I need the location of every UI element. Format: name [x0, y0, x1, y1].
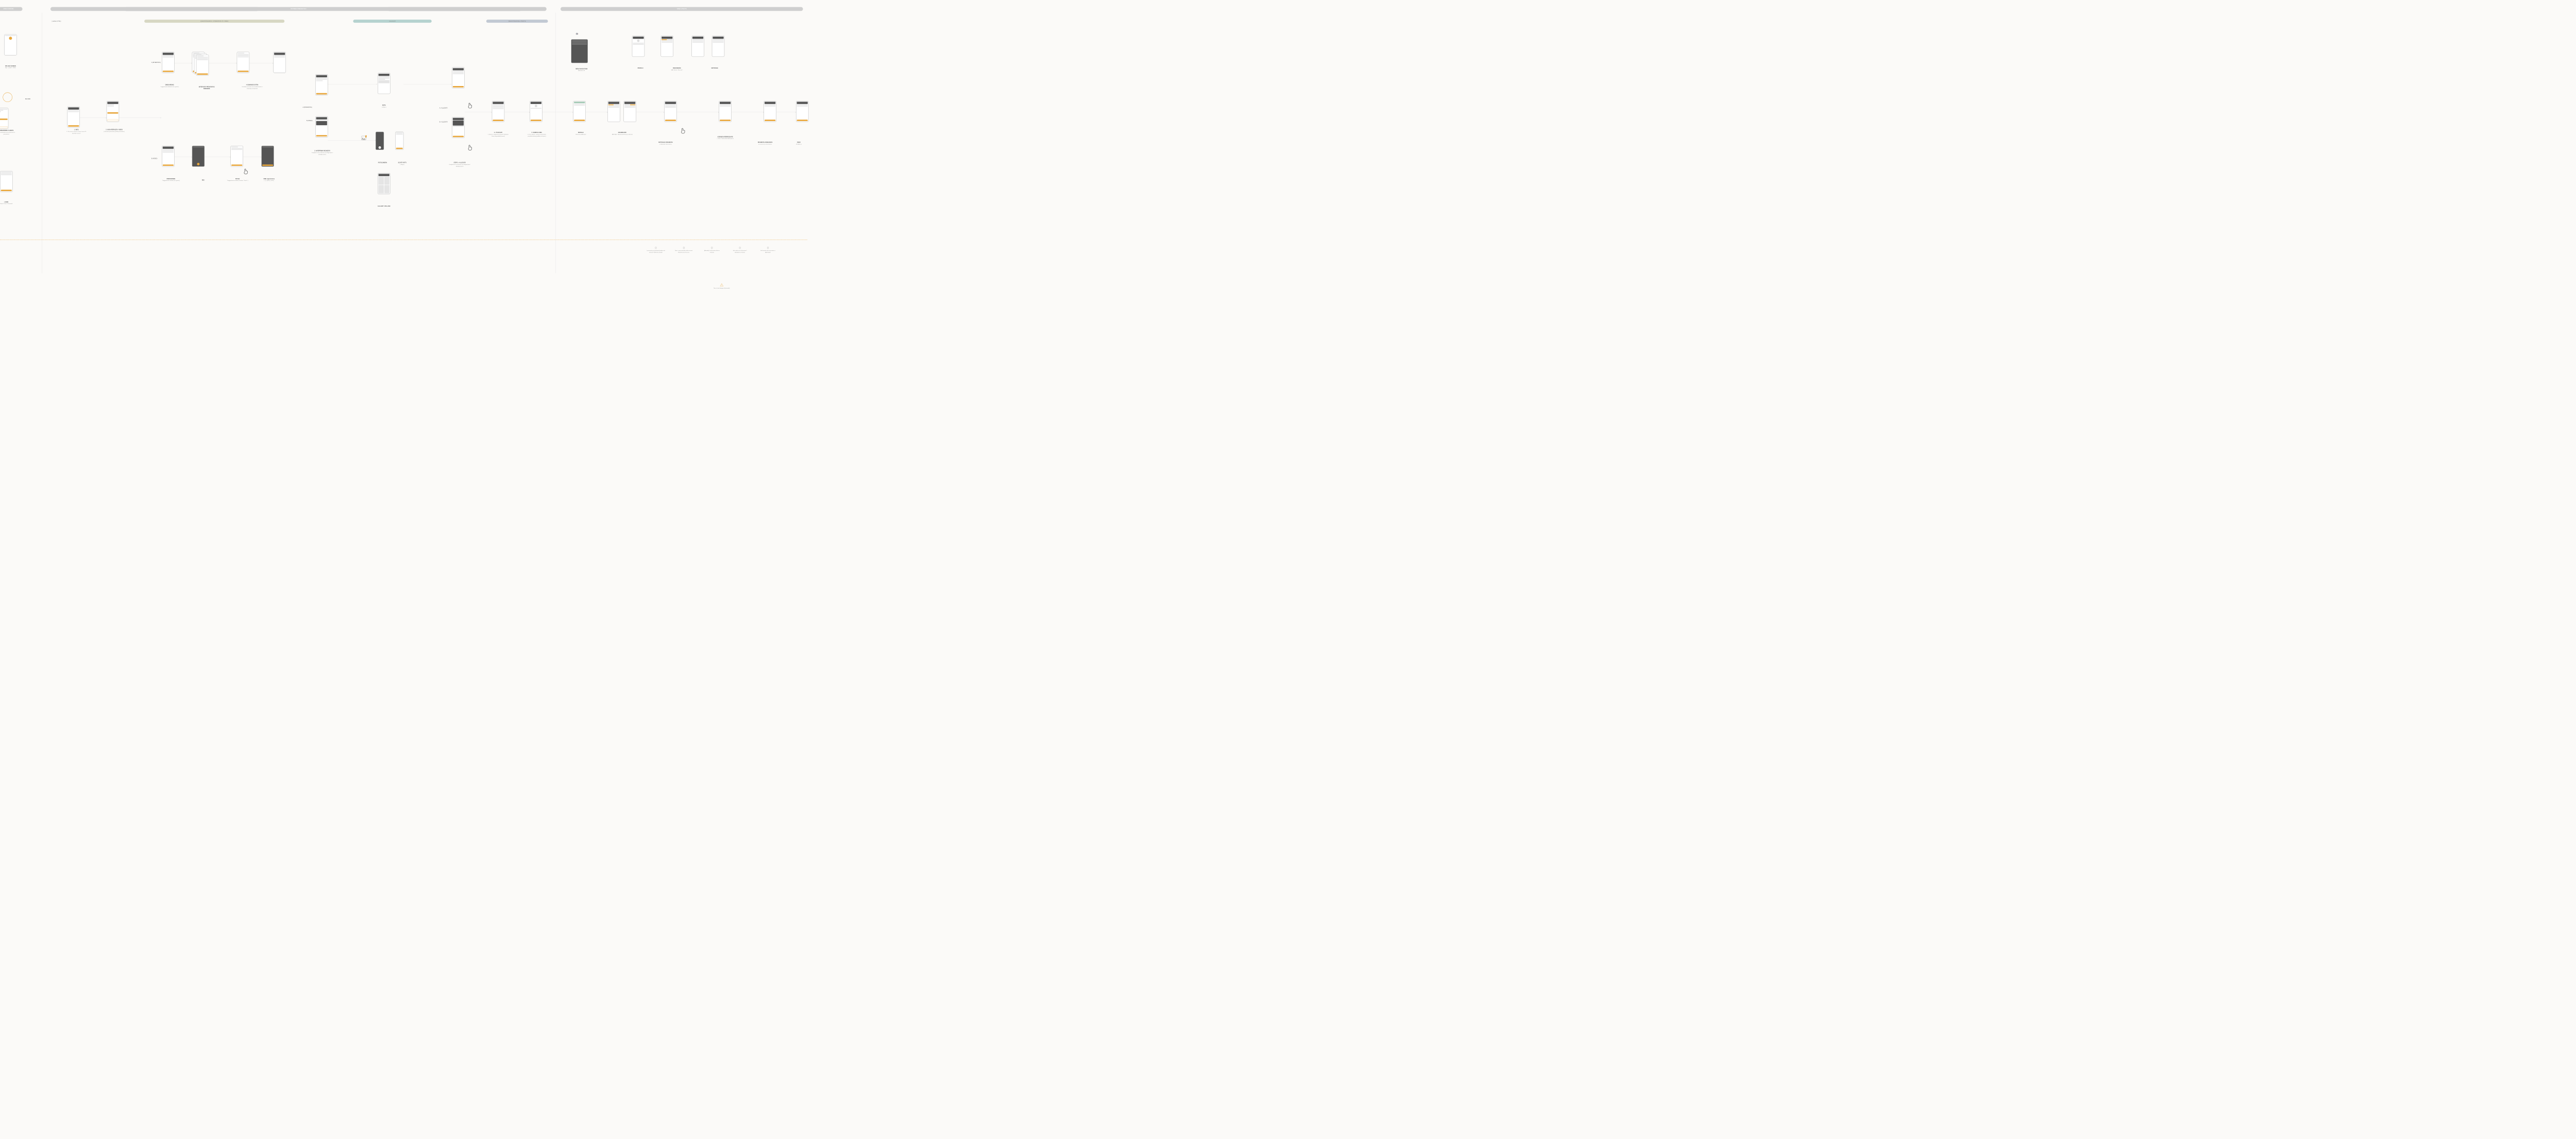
phone-rec[interactable] — [192, 146, 205, 167]
notif-3: [Azienda] è interessata alla tua richies… — [703, 247, 721, 253]
bell-icon — [739, 247, 741, 249]
bell-icon — [683, 247, 685, 249]
label-info: 1. INFO1. Che cosa ti serve?2. Dove ti s… — [65, 129, 88, 134]
phone-pausa[interactable] — [230, 146, 243, 167]
action-cta-label: [ action CTA ] — [52, 20, 61, 22]
sub-allegati: ALLEGATI — [353, 20, 431, 23]
notif-4: Hai scelto con chi lavorare? Assegna la … — [731, 247, 749, 253]
warning: Non c'è più bisogno di [azienda] — [712, 283, 732, 288]
sub-questionario: QUESTIONARIO A. INTERVISTA / B. VIDEO — [144, 20, 284, 23]
label-onb-scal: ONBOARDING"Suggerimenti scaletta"[ ok, g… — [162, 178, 180, 181]
label-intervista: INTERVISTA PREVENTIVO DOMANDE — [195, 86, 218, 90]
label-menu: MENU NAVIGATIONAndroid | iOS — [575, 68, 587, 72]
label-onboarding-cliente: ONBOARDING CLIENTEFunzionalità B2C[ ok ]… — [0, 130, 18, 135]
label-b-video-2: B (VIDEO) — [307, 120, 313, 122]
label-recensioni: RECENSIONITAB "Scritte / Ricevute" — [671, 67, 683, 71]
phone-modale[interactable] — [573, 101, 585, 122]
phone-splash[interactable] — [4, 35, 16, 56]
phone-anteprima-b[interactable] — [315, 116, 328, 138]
hand-icon-touch — [243, 168, 249, 175]
label-aziende: AZIENDE INTERRESSATE+ select "radio butt… — [717, 136, 734, 140]
zone-richiedi: RICHIEDI PREVENTIVO — [50, 7, 547, 11]
phone-fine[interactable] — [261, 146, 274, 167]
phone-verifica[interactable] — [530, 101, 542, 122]
label-rec: REC — [202, 179, 205, 181]
phone-info[interactable] — [67, 107, 80, 128]
label-dashboard: DASHBOARDTAB "Attive / Archiviate"[ Nuov… — [612, 132, 633, 135]
bell-icon — [710, 247, 713, 249]
notif-5: Hai lasciato una recensione a [Azienda]? — [759, 247, 777, 253]
label-verifica: 5. VERIFICA SMS1. Invio codice2. campo i… — [526, 132, 548, 137]
label-feed: FEED[ Pubblica ] — [796, 142, 802, 145]
label-a-intervista-2: A (INTERVISTA) — [303, 107, 312, 108]
label-step3: STEP 3 + ALLEGATICompleta la tua richies… — [448, 162, 471, 167]
label-notifiche: NOTIFICHE — [711, 67, 718, 69]
phone-notifiche-1[interactable] — [691, 36, 704, 57]
phone-anteprima-a[interactable] — [315, 74, 328, 95]
label-login: LOGINSocial / User / Password — [0, 201, 12, 205]
phone-recensioni[interactable] — [660, 36, 673, 57]
phone-onb-dett[interactable] — [162, 52, 174, 73]
label-a-allegati: A + ALLEGATI — [439, 107, 448, 109]
label-a-intervista: A (INTERVISTA) — [151, 62, 161, 63]
phone-extra[interactable] — [273, 52, 285, 73]
phone-hub[interactable] — [107, 101, 119, 122]
sub-registrazione: REGISTRAZIONE UTENTE — [486, 20, 548, 23]
label-fotocamera: FOTOCAMERA — [378, 162, 387, 163]
label-b-video: B (VIDEO) — [151, 158, 158, 159]
phone-intervista-3[interactable] — [196, 55, 209, 76]
phone-gallery[interactable] — [378, 173, 390, 194]
label-scatti: SCATTI FATTI[ allega ] — [398, 162, 406, 165]
label-richiesta-ass: RICHIESTA ASSEGNATA[ Lascia la tua recen… — [758, 142, 773, 145]
notif-2: Non ci sono aziende nella tua zona. Este… — [675, 247, 693, 253]
label-modale: MODALERichiesta pubblicata! — [575, 132, 586, 135]
label-b2c-b2b: B2C B2B — [25, 98, 30, 99]
phone-scatti[interactable] — [395, 132, 403, 150]
phone-aziende[interactable] — [719, 101, 731, 122]
label-anteprima: 3. ANTEPRIMA RICHIESTACompleta la tua ri… — [311, 150, 334, 155]
phone-notifiche-2[interactable] — [712, 36, 724, 57]
phone-dash-1[interactable] — [607, 101, 620, 122]
zone-utente: AREA UTENTE — [561, 7, 803, 11]
label-onb-dett: ONBOARDING"suggerimento dettatura"[ ok, … — [160, 84, 179, 88]
phone-domande[interactable] — [237, 52, 249, 73]
phone-feed[interactable] — [796, 101, 808, 122]
hand-icon-dettaglio — [680, 128, 686, 134]
phone-dash-2[interactable] — [623, 101, 636, 122]
label-profilo: PROFILO — [638, 67, 643, 69]
phone-dettaglio[interactable] — [664, 101, 676, 122]
bell-icon — [655, 247, 657, 249]
label-nota: NOTA[ allega ] — [382, 105, 386, 108]
label-gallery: GALLERY / RULLINO — [378, 205, 390, 207]
label-fine: FINE registrazione[ + ] [ ripeti ] [ sal… — [263, 178, 274, 181]
os-icons: 🤖 — [576, 32, 579, 35]
phone-profilo[interactable] — [632, 36, 645, 57]
hand-icon-b — [467, 144, 473, 151]
phone-login[interactable] — [0, 171, 12, 192]
photo-icon — [362, 136, 366, 140]
label-pausa: PAUSA"Suggerimenti scaletta"[ Gesture "T… — [227, 178, 248, 181]
hand-icon-a — [467, 103, 473, 109]
label-tuoi-dati: 4. I TUOI DATI1. Nome2. Cognome3. Email4… — [487, 132, 510, 137]
phone-tuoi-dati[interactable] — [492, 101, 504, 122]
zone-common: AREA COMUNE — [0, 7, 23, 11]
label-b-allegati: B + ALLEGATI — [439, 121, 448, 123]
phone-menu[interactable] — [571, 39, 588, 63]
bell-icon — [767, 247, 769, 249]
warning-icon — [720, 285, 723, 287]
phone-onb-scal[interactable] — [162, 146, 174, 167]
notif-1: I preventivi per [richiesta] tardano ad … — [647, 247, 665, 253]
phone-onboarding-cliente[interactable] — [0, 108, 8, 129]
phone-richiesta-ass[interactable] — [764, 101, 776, 122]
phone-nota[interactable] — [378, 73, 390, 94]
phone-step3-b[interactable] — [452, 117, 464, 138]
phone-fotocamera[interactable] — [376, 132, 384, 150]
label-splash: SPLASH SCREENlogo + payoff + loader — [5, 65, 16, 69]
label-hub: 2. HUB INTERVISTA / VIDEO[ Intervista pr… — [104, 129, 124, 132]
label-dettaglio: DETTAGLIO RICHIESTA[ 2 Aziende interessa… — [658, 142, 673, 145]
label-domande: # DOMANDE EXTRAfacoltativo accenno una v… — [241, 84, 264, 89]
decision-circle — [3, 93, 12, 102]
phone-step3-a[interactable] — [452, 67, 464, 89]
